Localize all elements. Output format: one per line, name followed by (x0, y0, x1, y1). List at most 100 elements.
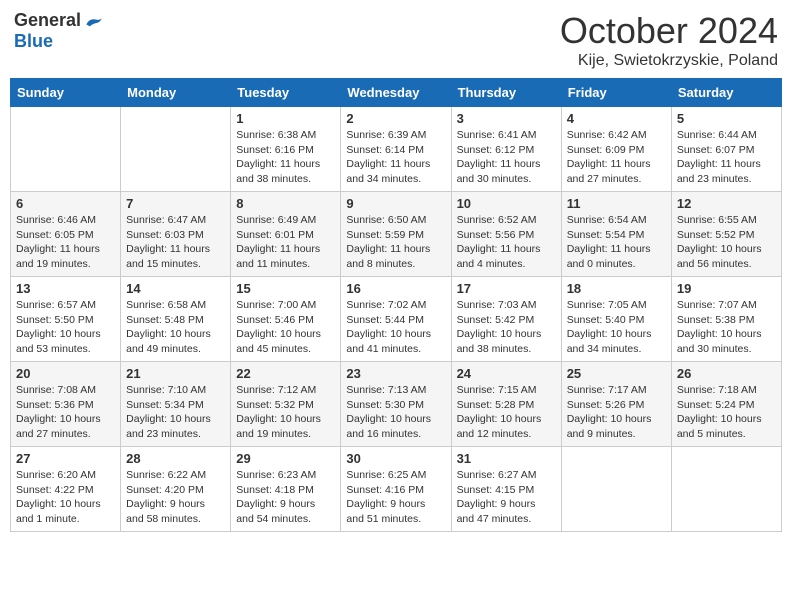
month-title: October 2024 (560, 10, 778, 52)
calendar-table: SundayMondayTuesdayWednesdayThursdayFrid… (10, 78, 782, 532)
day-number: 6 (16, 196, 115, 211)
day-info: Sunrise: 6:44 AMSunset: 6:07 PMDaylight:… (677, 128, 776, 187)
calendar-cell: 20Sunrise: 7:08 AMSunset: 5:36 PMDayligh… (11, 362, 121, 447)
calendar-cell: 4Sunrise: 6:42 AMSunset: 6:09 PMDaylight… (561, 107, 671, 192)
day-number: 22 (236, 366, 335, 381)
day-info: Sunrise: 6:58 AMSunset: 5:48 PMDaylight:… (126, 298, 225, 357)
day-number: 2 (346, 111, 445, 126)
calendar-cell: 27Sunrise: 6:20 AMSunset: 4:22 PMDayligh… (11, 447, 121, 532)
logo-blue-text: Blue (14, 31, 53, 52)
day-number: 21 (126, 366, 225, 381)
calendar-cell: 31Sunrise: 6:27 AMSunset: 4:15 PMDayligh… (451, 447, 561, 532)
day-number: 23 (346, 366, 445, 381)
day-number: 11 (567, 196, 666, 211)
calendar-cell (561, 447, 671, 532)
day-info: Sunrise: 7:18 AMSunset: 5:24 PMDaylight:… (677, 383, 776, 442)
calendar-week-2: 6 Sunrise: 6:46 AMSunset: 6:05 PMDaylight… (11, 192, 782, 277)
calendar-cell: 8 Sunrise: 6:49 AMSunset: 6:01 PMDaylight… (231, 192, 341, 277)
column-header-friday: Friday (561, 79, 671, 107)
calendar-cell: 3 Sunrise: 6:41 AMSunset: 6:12 PMDaylight… (451, 107, 561, 192)
day-info: Sunrise: 7:05 AMSunset: 5:40 PMDaylight:… (567, 298, 666, 357)
logo: General Blue (14, 10, 103, 52)
calendar-cell (121, 107, 231, 192)
column-header-monday: Monday (121, 79, 231, 107)
calendar-cell: 29Sunrise: 6:23 AMSunset: 4:18 PMDayligh… (231, 447, 341, 532)
day-info: Sunrise: 7:15 AMSunset: 5:28 PMDaylight:… (457, 383, 556, 442)
day-info: Sunrise: 7:13 AMSunset: 5:30 PMDaylight:… (346, 383, 445, 442)
location-title: Kije, Swietokrzyskie, Poland (560, 52, 778, 70)
day-info: Sunrise: 6:22 AMSunset: 4:20 PMDaylight:… (126, 468, 225, 527)
day-info: Sunrise: 6:57 AMSunset: 5:50 PMDaylight:… (16, 298, 115, 357)
day-number: 18 (567, 281, 666, 296)
day-number: 14 (126, 281, 225, 296)
column-header-sunday: Sunday (11, 79, 121, 107)
calendar-cell: 15 Sunrise: 7:00 AMSunset: 5:46 PMDayligh… (231, 277, 341, 362)
day-number: 13 (16, 281, 115, 296)
day-number: 5 (677, 111, 776, 126)
calendar-cell: 10 Sunrise: 6:52 AMSunset: 5:56 PMDayligh… (451, 192, 561, 277)
day-info: Sunrise: 6:46 AMSunset: 6:05 PMDaylight:… (16, 213, 115, 272)
calendar-cell: 5 Sunrise: 6:44 AMSunset: 6:07 PMDaylight… (671, 107, 781, 192)
calendar-cell: 30 Sunrise: 6:25 AMSunset: 4:16 PMDayligh… (341, 447, 451, 532)
day-number: 28 (126, 451, 225, 466)
calendar-cell: 18 Sunrise: 7:05 AMSunset: 5:40 PMDayligh… (561, 277, 671, 362)
calendar-week-4: 20Sunrise: 7:08 AMSunset: 5:36 PMDayligh… (11, 362, 782, 447)
calendar-header-row: SundayMondayTuesdayWednesdayThursdayFrid… (11, 79, 782, 107)
day-info: Sunrise: 7:02 AMSunset: 5:44 PMDaylight:… (346, 298, 445, 357)
calendar-cell: 12Sunrise: 6:55 AMSunset: 5:52 PMDayligh… (671, 192, 781, 277)
calendar-cell (11, 107, 121, 192)
calendar-cell (671, 447, 781, 532)
calendar-cell: 21 Sunrise: 7:10 AMSunset: 5:34 PMDayligh… (121, 362, 231, 447)
calendar-cell: 23 Sunrise: 7:13 AMSunset: 5:30 PMDayligh… (341, 362, 451, 447)
column-header-wednesday: Wednesday (341, 79, 451, 107)
calendar-cell: 9Sunrise: 6:50 AMSunset: 5:59 PMDaylight… (341, 192, 451, 277)
day-info: Sunrise: 6:52 AMSunset: 5:56 PMDaylight:… (457, 213, 556, 272)
calendar-cell: 28 Sunrise: 6:22 AMSunset: 4:20 PMDayligh… (121, 447, 231, 532)
day-info: Sunrise: 7:08 AMSunset: 5:36 PMDaylight:… (16, 383, 115, 442)
day-number: 17 (457, 281, 556, 296)
day-number: 12 (677, 196, 776, 211)
calendar-cell: 2 Sunrise: 6:39 AMSunset: 6:14 PMDaylight… (341, 107, 451, 192)
calendar-cell: 14 Sunrise: 6:58 AMSunset: 5:48 PMDayligh… (121, 277, 231, 362)
logo-general-text: General (14, 10, 81, 31)
day-info: Sunrise: 6:49 AMSunset: 6:01 PMDaylight:… (236, 213, 335, 272)
calendar-cell: 22Sunrise: 7:12 AMSunset: 5:32 PMDayligh… (231, 362, 341, 447)
calendar-cell: 24 Sunrise: 7:15 AMSunset: 5:28 PMDayligh… (451, 362, 561, 447)
day-number: 4 (567, 111, 666, 126)
day-number: 26 (677, 366, 776, 381)
day-info: Sunrise: 6:25 AMSunset: 4:16 PMDaylight:… (346, 468, 445, 527)
day-info: Sunrise: 7:03 AMSunset: 5:42 PMDaylight:… (457, 298, 556, 357)
day-info: Sunrise: 6:41 AMSunset: 6:12 PMDaylight:… (457, 128, 556, 187)
day-number: 8 (236, 196, 335, 211)
logo-bird-icon (83, 11, 103, 31)
calendar-cell: 7 Sunrise: 6:47 AMSunset: 6:03 PMDaylight… (121, 192, 231, 277)
calendar-cell: 17 Sunrise: 7:03 AMSunset: 5:42 PMDayligh… (451, 277, 561, 362)
day-info: Sunrise: 6:47 AMSunset: 6:03 PMDaylight:… (126, 213, 225, 272)
day-info: Sunrise: 6:38 AMSunset: 6:16 PMDaylight:… (236, 128, 335, 187)
day-number: 29 (236, 451, 335, 466)
day-number: 30 (346, 451, 445, 466)
column-header-thursday: Thursday (451, 79, 561, 107)
day-number: 24 (457, 366, 556, 381)
day-info: Sunrise: 7:00 AMSunset: 5:46 PMDaylight:… (236, 298, 335, 357)
calendar-cell: 11 Sunrise: 6:54 AMSunset: 5:54 PMDayligh… (561, 192, 671, 277)
day-info: Sunrise: 7:17 AMSunset: 5:26 PMDaylight:… (567, 383, 666, 442)
column-header-saturday: Saturday (671, 79, 781, 107)
calendar-cell: 6 Sunrise: 6:46 AMSunset: 6:05 PMDaylight… (11, 192, 121, 277)
day-info: Sunrise: 6:27 AMSunset: 4:15 PMDaylight:… (457, 468, 556, 527)
day-number: 15 (236, 281, 335, 296)
day-info: Sunrise: 6:50 AMSunset: 5:59 PMDaylight:… (346, 213, 445, 272)
day-number: 10 (457, 196, 556, 211)
day-info: Sunrise: 6:54 AMSunset: 5:54 PMDaylight:… (567, 213, 666, 272)
calendar-cell: 16Sunrise: 7:02 AMSunset: 5:44 PMDayligh… (341, 277, 451, 362)
day-number: 19 (677, 281, 776, 296)
calendar-week-5: 27Sunrise: 6:20 AMSunset: 4:22 PMDayligh… (11, 447, 782, 532)
day-number: 7 (126, 196, 225, 211)
day-info: Sunrise: 7:10 AMSunset: 5:34 PMDaylight:… (126, 383, 225, 442)
day-number: 3 (457, 111, 556, 126)
calendar-week-3: 13 Sunrise: 6:57 AMSunset: 5:50 PMDayligh… (11, 277, 782, 362)
page-header: General Blue October 2024 Kije, Swietokr… (10, 10, 782, 70)
calendar-cell: 19Sunrise: 7:07 AMSunset: 5:38 PMDayligh… (671, 277, 781, 362)
column-header-tuesday: Tuesday (231, 79, 341, 107)
day-info: Sunrise: 6:39 AMSunset: 6:14 PMDaylight:… (346, 128, 445, 187)
